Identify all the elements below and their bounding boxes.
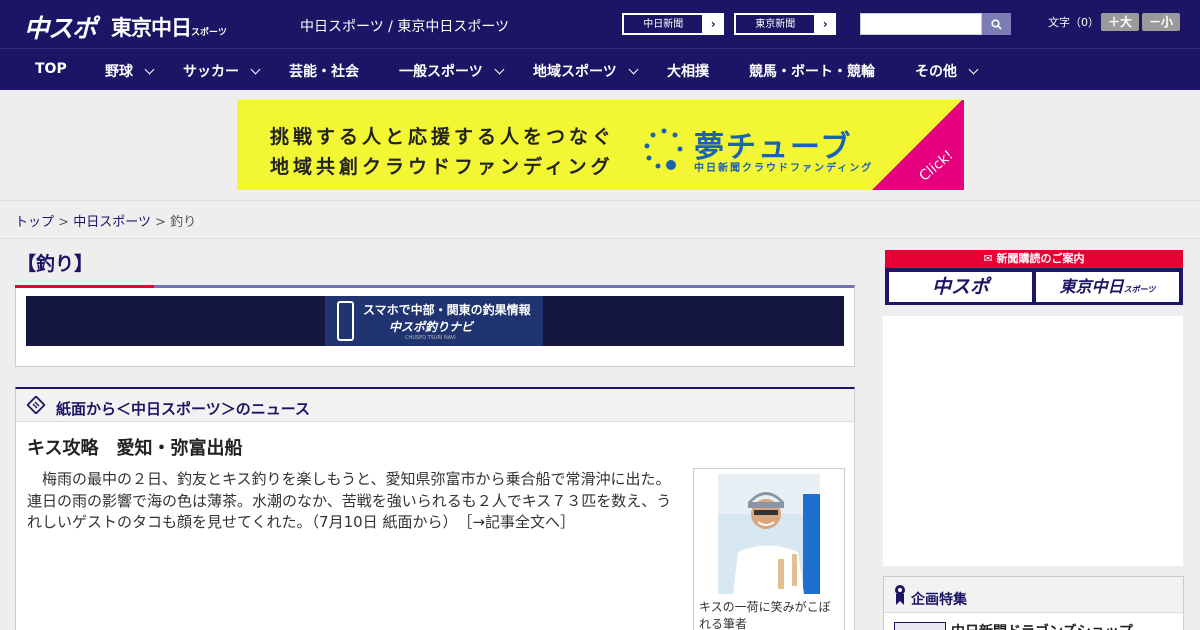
newspaper-small-icon: ✉ [983, 252, 997, 265]
breadcrumb-link-chunichi-sports[interactable]: 中日スポーツ [73, 215, 151, 230]
news-section-title: 紙面から＜中日スポーツ＞のニュース [56, 400, 310, 418]
nav-label: 芸能・社会 [289, 64, 359, 80]
article-photo-box: キスの一荷に笑みがこぼれる筆者 [693, 468, 845, 630]
search-icon [991, 18, 1002, 30]
subscription-title: ✉ 新聞購読のご案内 [885, 250, 1183, 268]
subscribe-button-small: スポーツ [1123, 285, 1156, 294]
chevron-down-icon [144, 64, 155, 75]
navi-banner-line-3: CHUSPO TSURI NAVI [405, 335, 456, 341]
nav-item-sumo[interactable]: 大相撲 [667, 61, 709, 81]
nav-item-top[interactable]: TOP [35, 61, 67, 77]
subscribe-tokyo-chunichi-button[interactable]: 東京中日スポーツ [1036, 272, 1179, 302]
chevron-down-icon [494, 64, 505, 75]
chevron-right-icon: › [822, 17, 828, 31]
nav-item-general-sports[interactable]: 一般スポーツ [399, 61, 505, 81]
news-box: 紙面から＜中日スポーツ＞のニュース キス攻略 愛知・弥富出船 梅雨の最中の２日、… [15, 387, 855, 630]
nav-item-other[interactable]: その他 [915, 61, 979, 81]
article-summary[interactable]: 梅雨の最中の２日、釣友とキス釣りを楽しもうと、愛知県弥富市から乗合船で常滑沖に出… [27, 469, 684, 534]
nav-label: その他 [915, 64, 957, 80]
category-accent-bar [15, 285, 154, 288]
subscription-title-text: 新聞購読のご案内 [996, 252, 1085, 265]
nav-item-racing[interactable]: 競馬・ボート・競輪 [749, 61, 875, 81]
paper-link-label: 東京新聞 [735, 14, 816, 34]
nav-label: TOP [35, 61, 67, 77]
banner-line-1: 挑戦する人と応援する人をつなぐ [270, 126, 616, 148]
breadcrumb-link-top[interactable]: トップ [15, 215, 54, 230]
feature-header: 企画特集 [884, 577, 1183, 613]
text-size-label: 文字（0） [1048, 16, 1099, 29]
page-title: 【釣り】 [17, 253, 94, 275]
feature-title: 企画特集 [911, 592, 967, 608]
search-input[interactable] [860, 13, 982, 35]
chuspo-logo[interactable]: 中スポ [24, 9, 97, 45]
nav-label: 地域スポーツ [533, 64, 617, 80]
nav-label: 野球 [105, 64, 133, 80]
news-header: 紙面から＜中日スポーツ＞のニュース [16, 389, 854, 422]
tsuri-navi-inner: スマホで中部・関東の釣果情報 中スポ釣りナビ CHUSPO TSURI NAVI [325, 296, 543, 346]
breadcrumb-separator: > [155, 215, 166, 230]
feature-box: 企画特集 中日新聞ドラゴンズショップ [883, 576, 1184, 630]
advertisement-slot[interactable] [883, 316, 1183, 566]
text-size-up-button[interactable]: ＋大 [1101, 13, 1139, 31]
chevron-down-icon [968, 64, 979, 75]
angler-photo-image [718, 474, 820, 594]
banner-brand-sub: 中日新聞クラウドファンディング [694, 163, 874, 174]
crowdfunding-banner[interactable]: 挑戦する人と応援する人をつなぐ 地域共創クラウドファンディング 夢チューブ 中日… [237, 100, 964, 190]
navi-banner-line-2: 中スポ釣りナビ [389, 320, 474, 334]
feature-thumbnail[interactable] [894, 622, 946, 630]
search-button[interactable] [982, 13, 1011, 35]
ribbon-icon [895, 585, 905, 605]
text-size-down-button[interactable]: －小 [1142, 13, 1180, 31]
article-title[interactable]: キス攻略 愛知・弥富出船 [27, 434, 242, 460]
yume-tube-logo-icon [644, 128, 683, 170]
newspaper-icon [27, 396, 45, 414]
nav-label: 一般スポーツ [399, 64, 483, 80]
nav-item-soccer[interactable]: サッカー [183, 61, 261, 81]
tokyo-shimbun-link[interactable]: 東京新聞 › [734, 13, 836, 35]
tokyo-chunichi-logo[interactable]: 東京中日スポーツ [111, 12, 227, 42]
main-nav: TOP 野球 サッカー 芸能・社会 一般スポーツ 地域スポーツ 大相撲 競馬・ボ… [0, 48, 1200, 90]
breadcrumb: トップ > 中日スポーツ > 釣り [15, 211, 196, 230]
smartphone-icon [337, 301, 354, 341]
chevron-down-icon [250, 64, 261, 75]
top-header: 中スポ 東京中日スポーツ 中日スポーツ / 東京中日スポーツ 中日新聞 › 東京… [0, 0, 1200, 48]
category-box: スマホで中部・関東の釣果情報 中スポ釣りナビ CHUSPO TSURI NAVI [15, 285, 855, 367]
navi-banner-line-1: スマホで中部・関東の釣果情報 [363, 303, 531, 317]
nav-item-entertainment[interactable]: 芸能・社会 [289, 61, 359, 81]
tsuri-navi-banner[interactable]: スマホで中部・関東の釣果情報 中スポ釣りナビ CHUSPO TSURI NAVI [26, 296, 844, 346]
subscribe-button-label: 東京中日 [1059, 277, 1124, 296]
banner-line-2: 地域共創クラウドファンディング [270, 156, 614, 178]
banner-area: 挑戦する人と応援する人をつなぐ 地域共創クラウドファンディング 夢チューブ 中日… [0, 90, 1200, 200]
chevron-right-icon: › [710, 17, 716, 31]
breadcrumb-separator: > [58, 215, 70, 230]
chunichi-shimbun-link[interactable]: 中日新聞 › [622, 13, 724, 35]
breadcrumb-bar: トップ > 中日スポーツ > 釣り [0, 200, 1200, 239]
nav-item-local-sports[interactable]: 地域スポーツ [533, 61, 639, 81]
subscription-box: ✉ 新聞購読のご案内 中スポ 東京中日スポーツ [885, 250, 1183, 305]
paper-link-label: 中日新聞 [623, 14, 704, 34]
subscribe-chuspo-button[interactable]: 中スポ [889, 272, 1032, 302]
breadcrumb-current: 釣り [170, 215, 197, 230]
banner-click-corner [868, 100, 964, 190]
nav-label: 大相撲 [667, 64, 709, 80]
article-photo[interactable] [718, 474, 820, 594]
tokyo-logo-small: スポーツ [191, 28, 227, 38]
main-content: 【釣り】 スマホで中部・関東の釣果情報 中スポ釣りナビ CHUSPO TSURI… [0, 240, 1200, 630]
tokyo-logo-text: 東京中日 [111, 16, 192, 40]
photo-caption: キスの一荷に笑みがこぼれる筆者 [699, 600, 831, 630]
nav-label: サッカー [183, 64, 239, 80]
nav-item-baseball[interactable]: 野球 [105, 61, 155, 81]
feature-item-link[interactable]: 中日新聞ドラゴンズショップ [951, 621, 1133, 630]
chevron-down-icon [628, 64, 639, 75]
nav-label: 競馬・ボート・競輪 [749, 64, 875, 80]
site-name: 中日スポーツ / 東京中日スポーツ [300, 19, 510, 35]
